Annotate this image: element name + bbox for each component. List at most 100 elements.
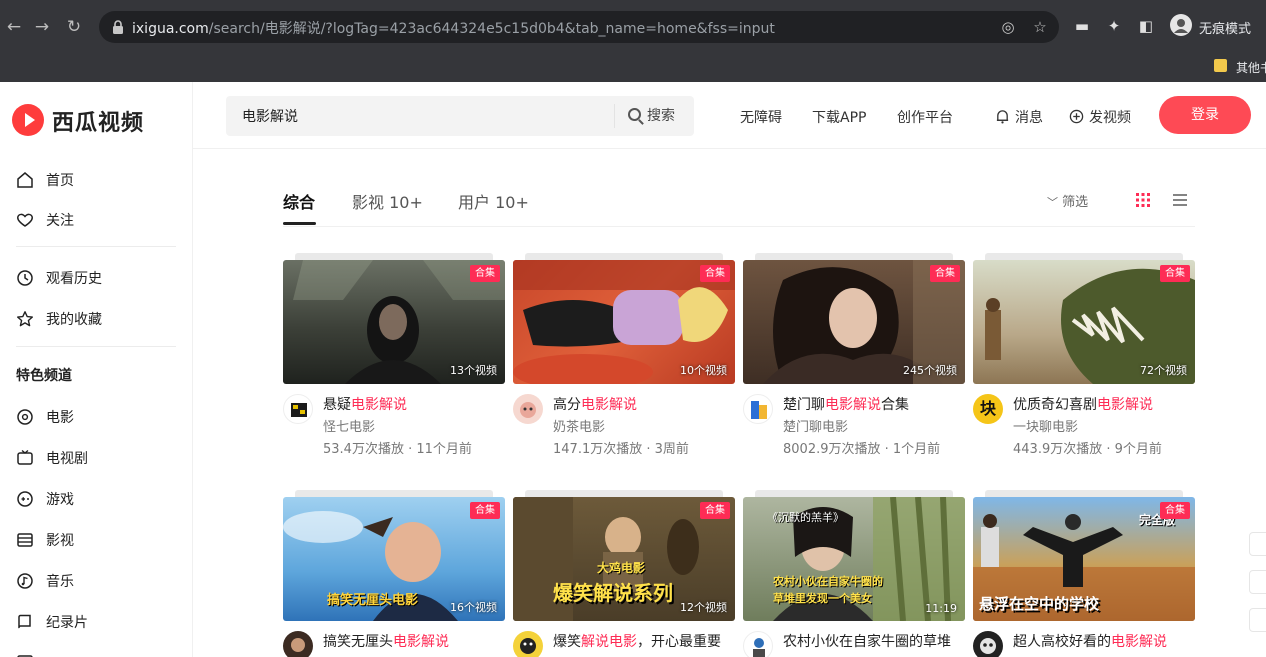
video-title[interactable]: 爆笑解说电影，开心最重要 — [553, 631, 735, 651]
address-bar[interactable]: ixigua.com/search/电影解说/?logTag=423ac6443… — [99, 11, 1059, 43]
author-name[interactable]: 怪七电影 — [323, 416, 375, 435]
browser-toolbar: ← → ↻ ixigua.com/search/电影解说/?logTag=423… — [0, 0, 1266, 54]
video-thumbnail[interactable]: 大鸡电影 爆笑解说系列 合集 12个视频 — [513, 497, 735, 621]
lock-icon — [113, 20, 123, 34]
avatar[interactable] — [513, 394, 543, 424]
grid-view-icon[interactable] — [1135, 192, 1151, 208]
tab-users[interactable]: 用户 10+ — [458, 189, 529, 213]
video-thumbnail[interactable]: 合集 13个视频 — [283, 260, 505, 384]
video-title[interactable]: 农村小伙在自家牛圈的草堆 — [783, 631, 965, 651]
search-button[interactable]: 搜索 — [628, 96, 675, 136]
list-view-icon[interactable] — [1172, 193, 1188, 207]
video-title[interactable]: 优质奇幻喜剧电影解说 — [1013, 394, 1195, 414]
stack-shadow — [985, 253, 1183, 260]
play-stats: 443.9万次播放 · 9个月前 — [1013, 442, 1162, 457]
avatar[interactable] — [283, 631, 313, 657]
collection-badge: 合集 — [1160, 265, 1190, 282]
sidebar-item-movies[interactable]: 电影 — [16, 407, 74, 431]
creator-platform-link[interactable]: 创作平台 — [897, 107, 953, 127]
forward-arrow-icon[interactable]: → — [30, 15, 54, 39]
collection-badge: 合集 — [930, 265, 960, 282]
tab-all[interactable]: 综合 — [283, 189, 315, 213]
thumbnail-caption-line2: 草堆里发现一个美女 — [773, 592, 872, 605]
video-thumbnail[interactable]: 合集 245个视频 — [743, 260, 965, 384]
sidebar-item-music[interactable]: 音乐 — [16, 571, 74, 595]
sidebar-item-more[interactable] — [16, 653, 46, 657]
video-duration: 11:19 — [925, 602, 957, 615]
video-title[interactable]: 高分电影解说 — [553, 394, 735, 414]
floating-edit-button[interactable] — [1249, 608, 1266, 632]
browser-chrome: ← → ↻ ixigua.com/search/电影解说/?logTag=423… — [0, 0, 1266, 82]
thumbnail-subcaption: 《沉默的羔羊》 — [767, 511, 844, 524]
star-icon — [17, 311, 33, 327]
avatar[interactable] — [283, 394, 313, 424]
star-bookmark-icon[interactable]: ☆ — [1031, 18, 1049, 36]
avatar[interactable] — [973, 631, 1003, 657]
url-text: ixigua.com/search/电影解说/?logTag=423ac6443… — [132, 21, 775, 37]
thumbnail-caption: 悬浮在空中的学校 — [979, 595, 1100, 613]
stack-shadow — [985, 490, 1183, 497]
accessibility-link[interactable]: 无障碍 — [740, 107, 782, 127]
clock-icon — [17, 270, 33, 286]
sidebar-item-documentary[interactable]: 纪录片 — [16, 612, 88, 636]
reload-icon[interactable]: ↻ — [62, 15, 86, 39]
sidebar-item-tv-series[interactable]: 电视剧 — [16, 448, 88, 472]
avatar[interactable] — [513, 631, 543, 657]
stack-shadow — [755, 253, 953, 260]
search-input[interactable] — [226, 96, 612, 136]
avatar[interactable] — [743, 394, 773, 424]
sidebar-item-film-tv[interactable]: 影视 — [16, 530, 74, 554]
sidebar-item-games[interactable]: 游戏 — [16, 489, 74, 513]
avatar[interactable] — [743, 631, 773, 657]
sidebar-separator — [16, 246, 176, 247]
video-title[interactable]: 搞笑无厘头电影解说 — [323, 631, 505, 651]
login-button[interactable]: 登录 — [1159, 96, 1251, 134]
back-arrow-icon[interactable]: ← — [2, 15, 26, 39]
plus-circle-icon — [1069, 109, 1084, 124]
filter-button[interactable]: ﹀ 筛选 — [1047, 191, 1088, 210]
film-icon — [17, 409, 33, 425]
puzzle-extension-icon[interactable]: ✦ — [1104, 16, 1124, 36]
active-tab-indicator — [283, 222, 316, 225]
floating-feedback-button[interactable] — [1249, 570, 1266, 594]
sidebar-item-follow[interactable]: 关注 — [16, 210, 74, 234]
avatar[interactable]: 块 — [973, 394, 1003, 424]
messages-link[interactable]: 消息 — [995, 107, 1043, 127]
floating-clock-button[interactable] — [1249, 532, 1266, 556]
upload-video-link[interactable]: 发视频 — [1069, 107, 1131, 127]
incognito-label: 无痕模式 — [1199, 22, 1252, 37]
tab-film-tv[interactable]: 影视 10+ — [352, 189, 423, 213]
search-divider — [614, 104, 615, 128]
sidebar-item-history[interactable]: 观看历史 — [16, 268, 102, 292]
author-name[interactable]: 奶茶电影 — [553, 416, 605, 435]
download-app-link[interactable]: 下载APP — [812, 107, 866, 127]
author-name[interactable]: 一块聊电影 — [1013, 416, 1078, 435]
xigua-logo-icon — [12, 104, 44, 136]
bookmarks-bar: 其他书 — [0, 54, 1266, 82]
other-bookmarks[interactable]: 其他书 — [1236, 59, 1266, 76]
folder-icon — [1214, 59, 1227, 72]
documentary-icon — [18, 614, 31, 629]
play-stats: 53.4万次播放 · 11个月前 — [323, 442, 472, 457]
sidebar-item-home[interactable]: 首页 — [16, 170, 74, 194]
video-thumbnail[interactable]: 合集 10个视频 — [513, 260, 735, 384]
video-thumbnail[interactable]: 完全版 悬浮在空中的学校 合集 — [973, 497, 1195, 621]
video-title[interactable]: 悬疑电影解说 — [323, 394, 505, 414]
author-name[interactable]: 楚门聊电影 — [783, 416, 848, 435]
video-thumbnail[interactable]: 搞笑无厘头电影 合集 16个视频 — [283, 497, 505, 621]
video-title[interactable]: 超人高校好看的电影解说 — [1013, 631, 1195, 651]
header-divider — [192, 148, 1266, 149]
minus-extension-icon[interactable]: ▬ — [1072, 16, 1092, 36]
collection-badge: 合集 — [470, 502, 500, 519]
tabs-divider — [283, 226, 1195, 227]
eye-slash-icon[interactable]: ◎ — [999, 18, 1017, 36]
video-thumbnail[interactable]: 合集 72个视频 — [973, 260, 1195, 384]
video-thumbnail[interactable]: 《沉默的羔羊》 农村小伙在自家牛圈的 草堆里发现一个美女 11:19 — [743, 497, 965, 621]
sidepanel-icon[interactable]: ◧ — [1136, 16, 1156, 36]
sidebar-item-favorites[interactable]: 我的收藏 — [16, 309, 102, 333]
music-icon — [17, 573, 33, 589]
incognito-avatar-icon[interactable] — [1170, 14, 1192, 36]
video-count: 245个视频 — [903, 364, 957, 377]
video-title[interactable]: 楚门聊电影解说合集 — [783, 394, 965, 414]
sidebar-divider — [192, 82, 193, 657]
